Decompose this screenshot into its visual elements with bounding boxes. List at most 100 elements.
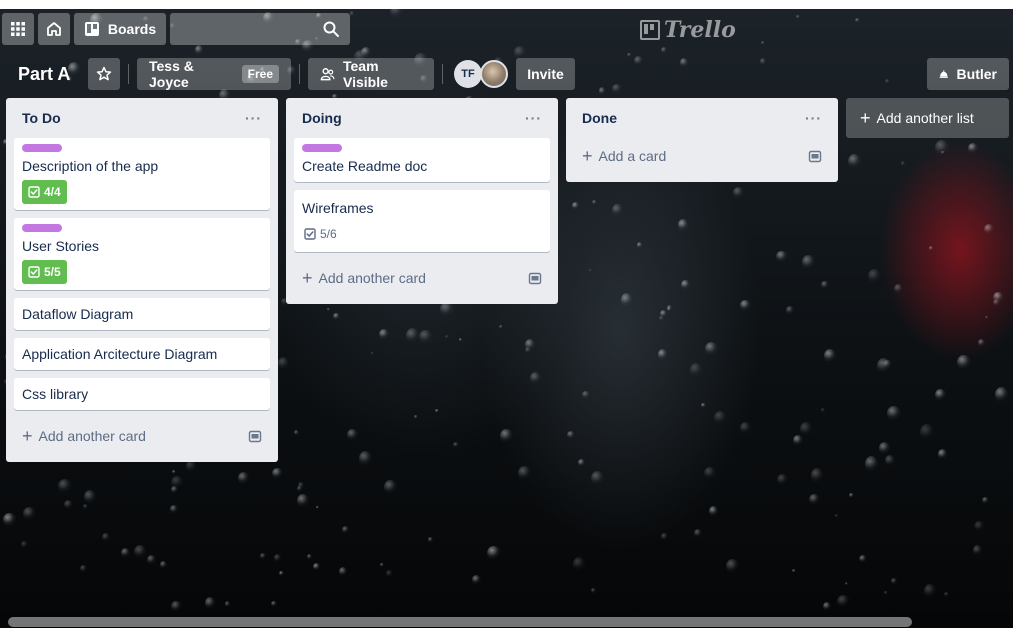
raindrop: [499, 324, 503, 329]
card-template-icon[interactable]: [528, 271, 542, 285]
raindrop: [271, 467, 283, 480]
raindrop: [810, 468, 824, 484]
home-button[interactable]: [38, 13, 70, 45]
team-visibility-icon: [320, 68, 335, 81]
header-divider: [299, 64, 300, 84]
raindrop: [80, 565, 87, 573]
raindrop: [271, 601, 277, 607]
checklist-count: 5/5: [44, 265, 61, 279]
raindrop: [740, 300, 751, 312]
raindrop: [273, 553, 281, 563]
raindrop: [849, 493, 854, 498]
card-label-purple: [302, 144, 342, 152]
apps-button[interactable]: [2, 13, 34, 45]
raindrop: [84, 489, 96, 505]
star-icon: [96, 66, 112, 81]
checklist-icon: [304, 228, 316, 240]
apps-grid-icon: [11, 22, 25, 36]
raindrop: [2, 513, 16, 527]
team-button[interactable]: Tess & Joyce Free: [137, 58, 291, 90]
list-header: To Do ···: [14, 98, 270, 138]
raindrop: [296, 494, 309, 509]
card-wireframes[interactable]: Wireframes 5/6: [294, 190, 550, 252]
raindrop: [786, 306, 794, 316]
raindrop: [458, 337, 463, 342]
home-icon: [47, 22, 61, 36]
add-card-button[interactable]: + Add another card: [294, 260, 550, 296]
raindrop: [694, 529, 702, 539]
list-header: Doing ···: [294, 98, 550, 138]
list-title[interactable]: To Do: [22, 110, 61, 126]
raindrop: [134, 544, 147, 559]
search-input[interactable]: [170, 13, 350, 45]
raindrop: [938, 449, 948, 460]
invite-button[interactable]: Invite: [516, 58, 575, 90]
raindrop: [883, 590, 888, 595]
checklist-badge: 5/5: [22, 260, 67, 284]
member-avatar-photo[interactable]: [480, 60, 508, 88]
card-dataflow-diagram[interactable]: Dataflow Diagram: [14, 298, 270, 330]
list-menu-icon[interactable]: ···: [805, 110, 822, 126]
visibility-button[interactable]: Team Visible: [308, 58, 434, 90]
header-divider: [442, 64, 443, 84]
team-label: Tess & Joyce: [149, 58, 194, 90]
raindrop: [379, 329, 389, 341]
raindrop: [802, 255, 815, 270]
card-template-icon[interactable]: [248, 429, 262, 443]
list-title[interactable]: Doing: [302, 110, 342, 126]
card-description-of-the-app[interactable]: Description of the app 4/4: [14, 138, 270, 210]
raindrop: [313, 562, 321, 571]
card-application-architecture-diagram[interactable]: Application Arcitecture Diagram: [14, 338, 270, 370]
card-title: Dataflow Diagram: [22, 306, 134, 322]
boards-icon: [84, 22, 99, 36]
raindrop: [847, 153, 861, 169]
list-done: Done ··· + Add a card: [566, 98, 838, 182]
member-avatar-tf[interactable]: TF: [454, 60, 482, 88]
board-title[interactable]: Part A: [18, 64, 70, 85]
raindrop: [878, 442, 890, 455]
raindrop: [887, 406, 901, 421]
butler-button[interactable]: Butler: [927, 58, 1009, 90]
horizontal-scrollbar[interactable]: [8, 617, 912, 627]
raindrop: [636, 241, 643, 249]
add-list-button[interactable]: + Add another list: [846, 98, 1009, 138]
star-button[interactable]: [88, 58, 120, 90]
list-menu-icon[interactable]: ···: [245, 110, 262, 126]
raindrop: [660, 46, 667, 55]
raindrop: [993, 299, 1001, 307]
raindrop: [316, 505, 320, 509]
list-title[interactable]: Done: [582, 110, 617, 126]
raindrop: [582, 391, 590, 400]
trello-logo[interactable]: Trello: [640, 17, 736, 43]
raindrop: [384, 479, 397, 496]
list-menu-icon[interactable]: ···: [525, 110, 542, 126]
plus-icon: +: [302, 268, 313, 288]
raindrop: [725, 558, 739, 575]
visibility-label: Team Visible: [343, 58, 388, 90]
raindrop: [620, 292, 633, 308]
raindrop: [21, 540, 29, 549]
raindrop: [924, 584, 937, 599]
raindrop: [777, 474, 789, 486]
raindrop: [418, 330, 433, 345]
card-title: Create Readme doc: [302, 158, 428, 174]
raindrop: [578, 458, 586, 467]
raindrop: [776, 250, 788, 263]
card-css-library[interactable]: Css library: [14, 378, 270, 410]
checklist-badge: 4/4: [22, 180, 67, 204]
add-card-button[interactable]: + Add a card: [574, 138, 830, 174]
top-nav: Boards Trello: [0, 13, 1013, 47]
free-badge: Free: [241, 65, 279, 83]
raindrop: [341, 526, 349, 534]
raindrop: [23, 507, 36, 522]
boards-button[interactable]: Boards: [74, 13, 166, 45]
card-template-icon[interactable]: [808, 149, 822, 163]
card-create-readme-doc[interactable]: Create Readme doc: [294, 138, 550, 182]
raindrop: [445, 335, 449, 339]
raindrop: [529, 372, 541, 386]
add-card-button[interactable]: + Add another card: [14, 418, 270, 454]
list-header: Done ···: [574, 98, 830, 138]
raindrop: [714, 411, 728, 425]
card-user-stories[interactable]: User Stories 5/5: [14, 218, 270, 290]
member-initials: TF: [461, 68, 475, 80]
